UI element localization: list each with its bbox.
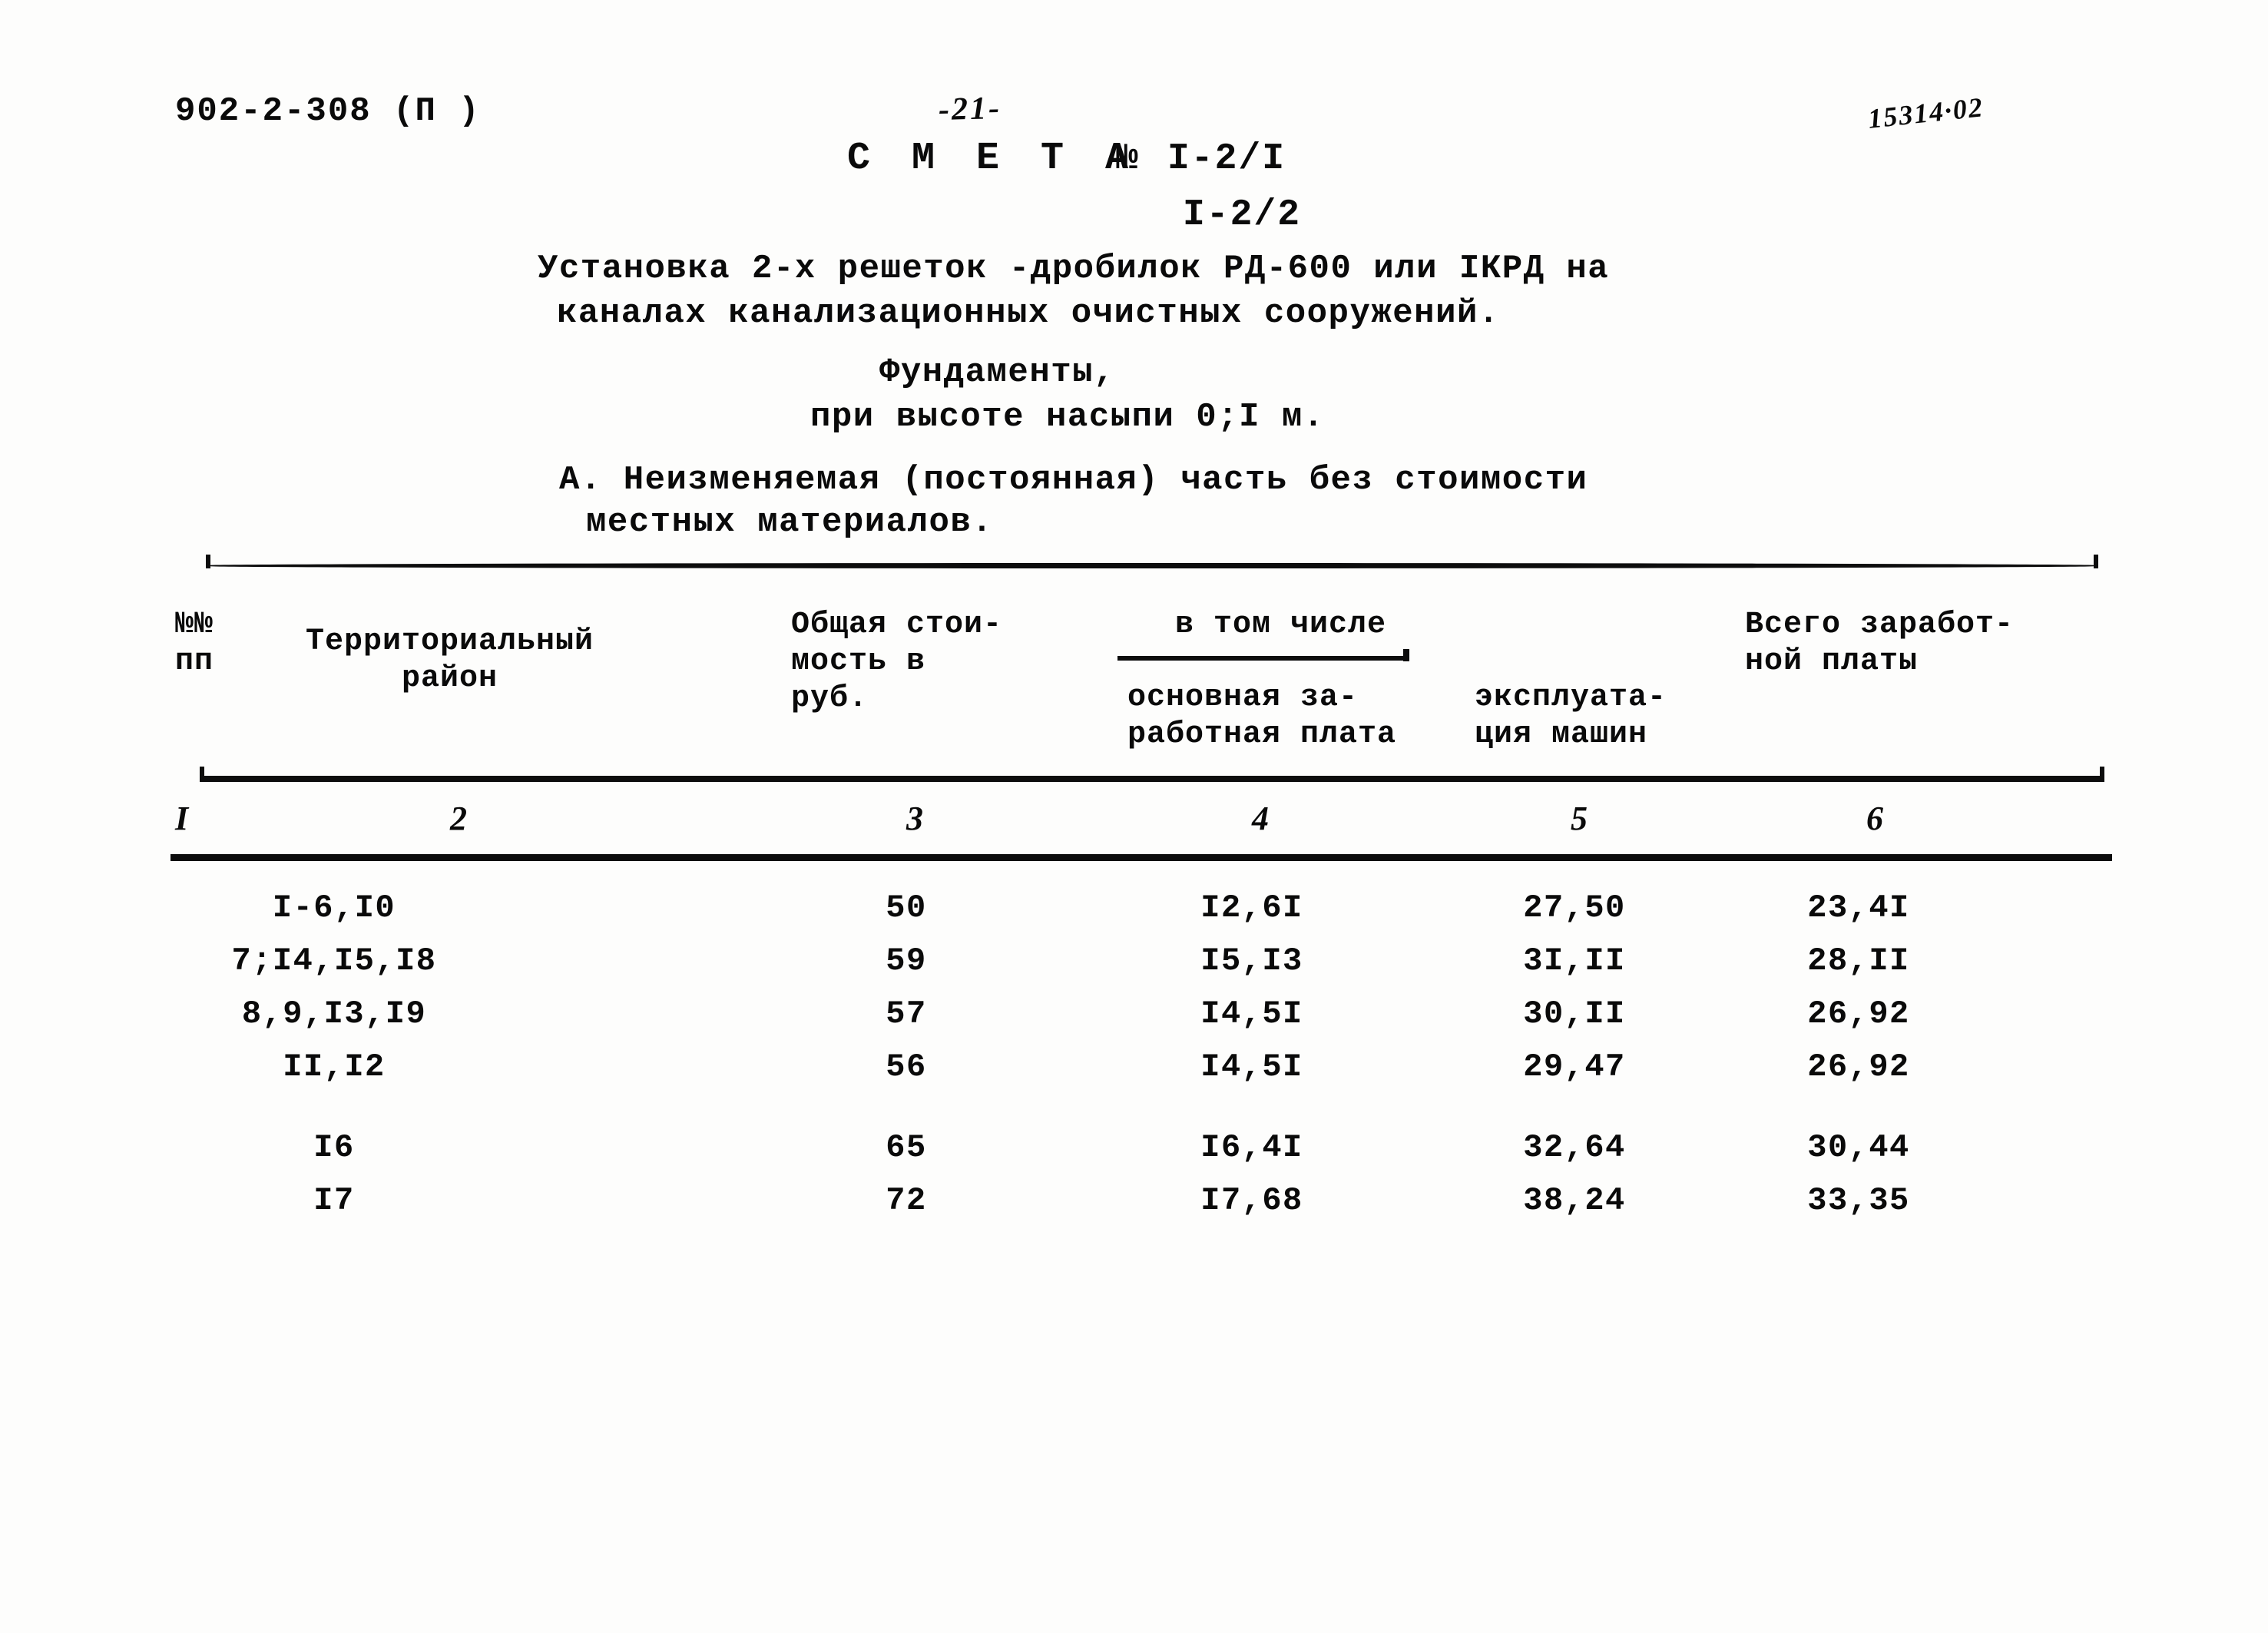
column-header-total-cost: Общая стои-мость в руб. — [791, 607, 1002, 717]
column-number-1: I — [175, 800, 189, 837]
column-header-total-wage-line-1: Всего заработ- — [1745, 608, 2015, 642]
column-number-3: 3 — [906, 800, 923, 837]
cell-machine-operation: 27,50 — [1523, 889, 1626, 926]
section-a-line-1: А. Неизменяемая (постоянная) часть без с… — [559, 461, 1588, 499]
table-rule-middle-tick-right — [2100, 767, 2104, 782]
cell-machine-operation: 38,24 — [1523, 1182, 1626, 1219]
table-rule-middle-tick-left — [200, 767, 204, 782]
subtitle-foundations: Фундаменты, — [879, 353, 1115, 392]
column-header-total-cost-line-2: мость в — [791, 644, 926, 679]
document-page: 902-2-308 (П ) -21- 15314·02 С М Е Т А №… — [0, 0, 2268, 1633]
column-header-region-line-1: Территориальный — [306, 624, 594, 659]
work-title-line-1: Установка 2-х решеток -дробилок РД-600 и… — [538, 250, 1610, 288]
column-header-total-cost-line-1: Общая стои- — [791, 608, 1003, 642]
page-number: -21- — [938, 90, 1002, 128]
work-title-line-2: каналах канализационных очистных сооруже… — [557, 294, 1500, 333]
column-header-basic-wage-line-1: основная за- — [1127, 681, 1359, 715]
column-header-number: №№ пп — [175, 607, 214, 681]
table-rule-top-tick-right — [2094, 555, 2098, 568]
cell-total-wage: 30,44 — [1807, 1129, 1910, 1166]
cell-total-cost: 56 — [886, 1048, 927, 1085]
table-rule-top-tick-left — [206, 555, 210, 568]
cell-total-cost: 72 — [886, 1182, 927, 1219]
column-number-2: 2 — [450, 800, 467, 837]
cell-total-cost: 59 — [886, 942, 927, 979]
cell-total-cost: 57 — [886, 995, 927, 1032]
column-header-total-wage: Всего заработ-ной платы — [1745, 607, 2014, 681]
column-header-in-which: в том числе — [1175, 608, 1387, 642]
in-which-underline-tick — [1403, 649, 1409, 661]
table-row: 8,9,I3,I9 57 I4,5I 30,II 26,92 — [0, 995, 2268, 1048]
cell-machine-operation: 3I,II — [1523, 942, 1626, 979]
table-row: II,I2 56 I4,5I 29,47 26,92 — [0, 1048, 2268, 1101]
column-header-machine-operation-line-1: эксплуата- — [1475, 681, 1667, 715]
table-row: I-6,I0 50 I2,6I 27,50 23,4I — [0, 889, 2268, 942]
cell-basic-wage: I4,5I — [1200, 1048, 1303, 1085]
column-header-number-line-2: пп — [175, 644, 214, 679]
estimate-code-primary: I-2/I — [1167, 138, 1286, 180]
column-header-region: Территориальный район — [306, 624, 594, 697]
cell-machine-operation: 32,64 — [1523, 1129, 1626, 1166]
table-rule-bottom — [171, 854, 2112, 861]
cell-total-wage: 28,II — [1807, 942, 1910, 979]
cell-machine-operation: 30,II — [1523, 995, 1626, 1032]
cell-basic-wage: I5,I3 — [1200, 942, 1303, 979]
column-header-total-wage-line-2: ной платы — [1745, 644, 1919, 679]
cell-basic-wage: I4,5I — [1200, 995, 1303, 1032]
estimate-code-secondary: I-2/2 — [1183, 194, 1302, 236]
table-row: I6 65 I6,4I 32,64 30,44 — [0, 1129, 2268, 1182]
cell-total-wage: 23,4I — [1807, 889, 1910, 926]
section-a-line-2: местных материалов. — [586, 503, 994, 542]
column-number-5: 5 — [1571, 800, 1588, 837]
column-header-machine-operation: эксплуата-ция машин — [1475, 680, 1667, 754]
cell-region: II,I2 — [283, 1048, 386, 1085]
cell-total-wage: 33,35 — [1807, 1182, 1910, 1219]
table-row: I7 72 I7,68 38,24 33,35 — [0, 1182, 2268, 1235]
cell-region: I6 — [313, 1129, 355, 1166]
number-sign: № — [1116, 138, 1140, 180]
in-which-underline — [1117, 656, 1408, 661]
column-header-machine-operation-line-2: ция машин — [1475, 717, 1648, 752]
column-header-total-cost-line-3: руб. — [791, 681, 869, 716]
cell-region: I-6,I0 — [272, 889, 396, 926]
column-number-6: 6 — [1866, 800, 1883, 837]
table-rule-top — [206, 563, 2098, 568]
cell-total-wage: 26,92 — [1807, 995, 1910, 1032]
table-rule-middle — [200, 776, 2104, 782]
column-header-basic-wage-line-2: работная плата — [1127, 717, 1397, 752]
document-code: 902-2-308 (П ) — [175, 92, 481, 131]
subtitle-embankment-height: при высоте насыпи 0;I м. — [810, 398, 1325, 436]
column-header-number-line-1: №№ — [175, 608, 214, 642]
archive-number-handwritten: 15314·02 — [1866, 91, 1985, 134]
cell-machine-operation: 29,47 — [1523, 1048, 1626, 1085]
column-header-region-line-2: район — [402, 661, 498, 696]
cell-basic-wage: I7,68 — [1200, 1182, 1303, 1219]
cell-basic-wage: I2,6I — [1200, 889, 1303, 926]
cell-region: 8,9,I3,I9 — [241, 995, 427, 1032]
column-header-basic-wage: основная за-работная плата — [1127, 680, 1396, 754]
cell-total-wage: 26,92 — [1807, 1048, 1910, 1085]
estimate-heading: С М Е Т А — [847, 137, 1138, 181]
cell-basic-wage: I6,4I — [1200, 1129, 1303, 1166]
table-body: I-6,I0 50 I2,6I 27,50 23,4I 7;I4,I5,I8 59 I5,I3… — [0, 889, 2268, 1235]
column-number-4: 4 — [1252, 800, 1269, 837]
cell-region: I7 — [313, 1182, 355, 1219]
cell-total-cost: 65 — [886, 1129, 927, 1166]
cell-region: 7;I4,I5,I8 — [231, 942, 437, 979]
cell-total-cost: 50 — [886, 889, 927, 926]
table-row: 7;I4,I5,I8 59 I5,I3 3I,II 28,II — [0, 942, 2268, 995]
